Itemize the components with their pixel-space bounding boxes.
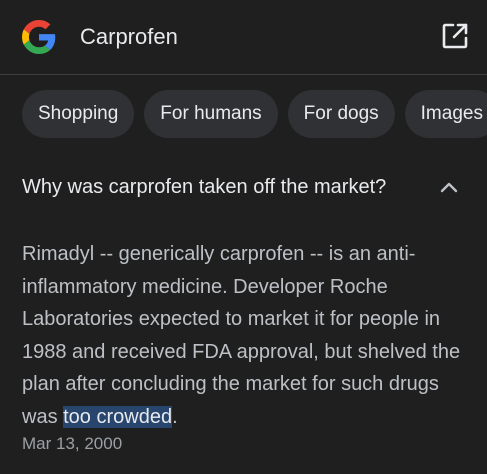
search-query[interactable]: Carprofen [80, 22, 178, 52]
answer-highlight: too crowded [63, 405, 173, 428]
answer-text: Rimadyl -- generically carprofen -- is a… [22, 243, 461, 428]
top-bar: Carprofen [0, 0, 487, 74]
header-divider [0, 74, 487, 75]
faq-answer: Rimadyl -- generically carprofen -- is a… [22, 238, 470, 433]
answer-date: Mar 13, 2000 [22, 434, 123, 453]
chip-for-humans[interactable]: For humans [144, 90, 278, 138]
faq-question: Why was carprofen taken off the market? [22, 176, 387, 198]
faq-question-row[interactable]: Why was carprofen taken off the market? [22, 172, 472, 202]
open-in-new-icon[interactable] [440, 21, 470, 51]
chip-images[interactable]: Images [404, 90, 487, 138]
chip-shopping[interactable]: Shopping [22, 90, 135, 138]
chip-for-dogs[interactable]: For dogs [287, 90, 395, 138]
answer-end: . [172, 405, 178, 428]
google-g-icon[interactable] [22, 20, 56, 54]
chevron-up-icon[interactable] [440, 179, 458, 195]
filter-chips: Shopping For humans For dogs Images [22, 90, 487, 138]
